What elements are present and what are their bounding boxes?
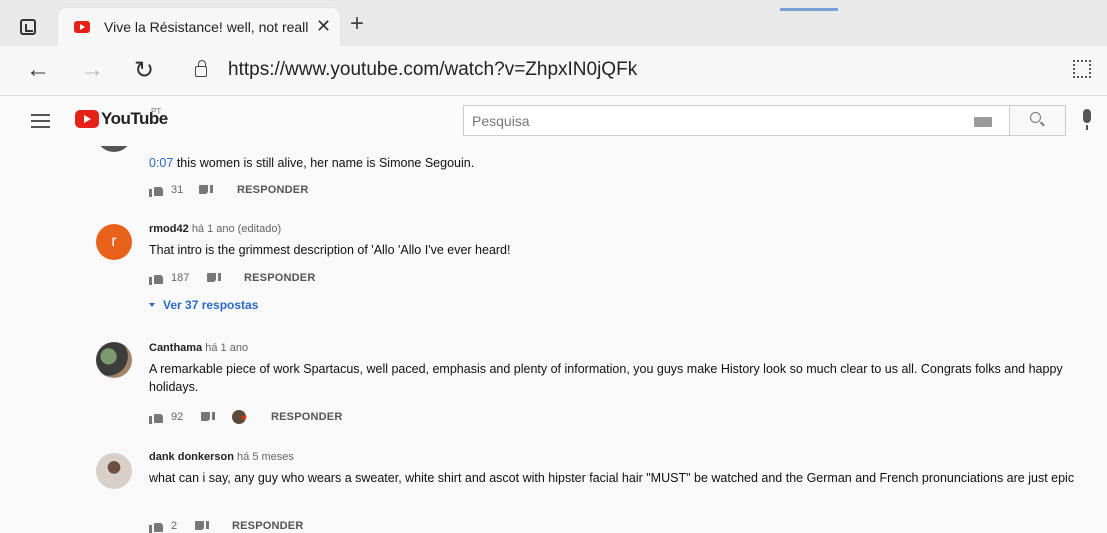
comment-actions: 2 RESPONDER: [149, 520, 349, 533]
author-name[interactable]: dank donkerson: [149, 451, 234, 463]
microphone-icon[interactable]: [1083, 109, 1091, 130]
author-name[interactable]: Canthama: [149, 342, 202, 354]
youtube-logo-icon[interactable]: [75, 110, 99, 128]
avatar[interactable]: [96, 342, 132, 378]
avatar[interactable]: [96, 453, 132, 489]
comment-header: dank donkerson há 5 meses: [149, 451, 294, 463]
like-count: 92: [171, 411, 184, 423]
tab-close-icon[interactable]: ✕: [316, 16, 331, 37]
browser-tab[interactable]: Vive la Résistance! well, not reall ✕: [58, 8, 340, 46]
youtube-header: YouTube PT: [0, 96, 1107, 146]
comment-meta[interactable]: há 5 meses: [237, 451, 294, 463]
comment-header: Canthama há 1 ano: [149, 342, 248, 354]
reply-button[interactable]: RESPONDER: [237, 184, 308, 196]
region-code: PT: [151, 107, 162, 116]
comment-meta[interactable]: há 1 ano: [205, 342, 248, 354]
tab-title: Vive la Résistance! well, not reall: [104, 19, 309, 35]
search-input[interactable]: [472, 111, 952, 131]
search-icon: [1030, 112, 1041, 123]
new-tab-button[interactable]: +: [350, 10, 364, 38]
like-icon[interactable]: [149, 412, 163, 424]
comment-text: what can i say, any guy who wears a swea…: [149, 471, 1075, 485]
comment-text: That intro is the grimmest description o…: [149, 243, 511, 257]
menu-icon[interactable]: [31, 114, 50, 128]
reload-icon[interactable]: ↻: [134, 56, 154, 85]
reply-button[interactable]: RESPONDER: [271, 411, 342, 423]
like-count: 2: [171, 520, 178, 532]
search-button[interactable]: [1010, 105, 1066, 136]
qr-code-icon[interactable]: [1073, 60, 1091, 78]
lock-icon[interactable]: [195, 60, 207, 77]
comment-actions: 31 RESPONDER: [149, 184, 349, 200]
like-icon[interactable]: [149, 185, 163, 197]
back-arrow-icon[interactable]: ←: [26, 56, 50, 84]
comment-meta[interactable]: há 1 ano (editado): [192, 223, 281, 235]
address-bar-row: ← → ↻ https://www.youtube.com/watch?v=Zh…: [0, 46, 1107, 96]
url-field[interactable]: https://www.youtube.com/watch?v=ZhpxIN0j…: [228, 59, 637, 81]
comment-text: 0:07 this women is still alive, her name…: [149, 156, 475, 170]
like-count: 31: [171, 184, 184, 196]
comment-header: rmod42 há 1 ano (editado): [149, 223, 281, 235]
like-count: 187: [171, 272, 190, 284]
reply-button[interactable]: RESPONDER: [232, 520, 303, 532]
dislike-icon[interactable]: [195, 521, 209, 532]
forward-arrow-icon[interactable]: →: [80, 56, 104, 84]
reply-button[interactable]: RESPONDER: [244, 272, 315, 284]
dislike-icon[interactable]: [201, 412, 215, 423]
creator-heart-icon: [232, 410, 247, 424]
keyboard-icon[interactable]: [974, 117, 992, 127]
author-name[interactable]: rmod42: [149, 223, 189, 235]
browser-tab-strip: Vive la Résistance! well, not reall ✕ +: [0, 0, 1107, 46]
comments-section: 0:07 this women is still alive, her name…: [0, 146, 1107, 533]
comment-actions: 92 RESPONDER: [149, 410, 409, 427]
dislike-icon[interactable]: [207, 273, 221, 284]
timestamp-link[interactable]: 0:07: [149, 156, 173, 170]
comment-actions: 187 RESPONDER: [149, 272, 349, 288]
chevron-down-icon: [149, 303, 155, 307]
avatar[interactable]: r: [96, 224, 132, 260]
like-icon[interactable]: [149, 273, 163, 285]
tab-actions-icon[interactable]: [20, 19, 36, 35]
search-box[interactable]: [463, 105, 1010, 136]
youtube-favicon-icon: [74, 21, 90, 33]
window-accent: [780, 8, 838, 11]
view-replies-button[interactable]: Ver 37 respostas: [149, 298, 258, 312]
comment-text: A remarkable piece of work Spartacus, we…: [149, 362, 1063, 394]
avatar[interactable]: [96, 146, 132, 152]
dislike-icon[interactable]: [199, 185, 213, 196]
like-icon[interactable]: [149, 521, 163, 533]
